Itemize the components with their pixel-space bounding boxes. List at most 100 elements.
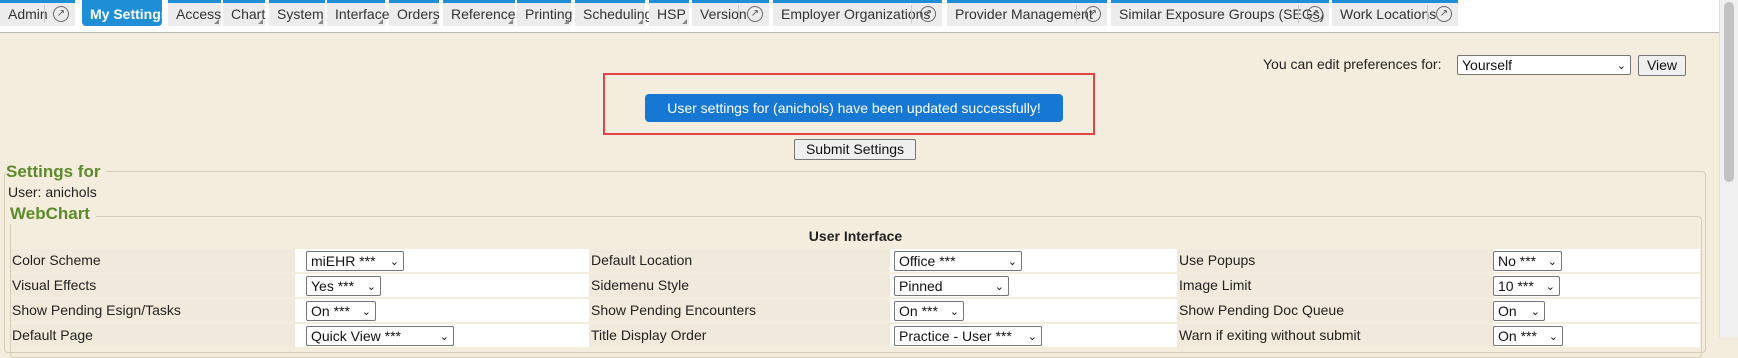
submenu-corner-icon [638, 19, 643, 24]
chevron-down-icon: ⌄ [1548, 330, 1558, 343]
select-value: No *** [1498, 253, 1537, 269]
chevron-down-icon: ⌄ [1530, 305, 1540, 318]
show-pending-encounters-select[interactable]: On *** ⌄ [894, 301, 964, 321]
tab-employer-organizations[interactable]: Employer Organizations ↗ [773, 0, 942, 26]
setting-label: Show Pending Encounters [590, 299, 890, 322]
setting-label: Image Limit [1178, 274, 1493, 297]
select-value: 10 *** [1498, 278, 1534, 294]
divider [911, 5, 912, 23]
external-link-icon[interactable]: ↗ [1307, 6, 1323, 22]
use-popups-select[interactable]: No *** ⌄ [1493, 251, 1562, 271]
submenu-corner-icon [214, 19, 219, 24]
setting-label: Color Scheme [11, 249, 295, 272]
chevron-down-icon: ⌄ [949, 305, 959, 318]
tab-label: Work Locations [1340, 6, 1437, 22]
setting-value-cell: miEHR *** ⌄ [295, 249, 589, 272]
settings-row: Default Page Quick View *** ⌄ Title Disp… [11, 324, 1700, 348]
tab-printing[interactable]: Printing [517, 0, 572, 26]
preferences-label: You can edit preferences for: [1263, 56, 1442, 72]
external-link-icon[interactable]: ↗ [747, 6, 763, 22]
preferences-for-select[interactable]: Yourself ⌄ [1457, 55, 1631, 75]
setting-value-cell: Office *** ⌄ [890, 249, 1177, 272]
user-line: User: anichols [8, 184, 97, 200]
chevron-down-icon: ⌄ [389, 255, 399, 268]
divider [1427, 5, 1428, 23]
setting-label: Show Pending Doc Queue [1178, 299, 1493, 322]
submenu-corner-icon [508, 19, 513, 24]
view-button[interactable]: View [1638, 55, 1686, 76]
chevron-down-icon: ⌄ [1027, 330, 1037, 343]
tab-version[interactable]: Version ↗ [692, 0, 769, 26]
setting-value-cell: No *** ⌄ [1493, 249, 1700, 272]
select-value: miEHR *** [311, 253, 376, 269]
external-link-icon[interactable]: ↗ [920, 6, 936, 22]
chevron-down-icon: ⌄ [366, 280, 376, 293]
warn-exit-select[interactable]: On *** ⌄ [1493, 326, 1563, 346]
tab-chart[interactable]: Chart [223, 0, 265, 26]
settings-legend: Settings for [6, 162, 107, 182]
webchart-legend: WebChart [10, 204, 96, 224]
vertical-scrollbar[interactable] [1719, 0, 1738, 337]
title-display-order-select[interactable]: Practice - User *** ⌄ [894, 326, 1042, 346]
external-link-icon[interactable]: ↗ [1436, 6, 1452, 22]
external-link-icon[interactable]: ↗ [1085, 6, 1101, 22]
chevron-down-icon: ⌄ [1545, 280, 1555, 293]
default-location-select[interactable]: Office *** ⌄ [894, 251, 1022, 271]
chevron-down-icon: ⌄ [994, 280, 1004, 293]
setting-label: Title Display Order [590, 324, 890, 347]
submenu-corner-icon [318, 19, 323, 24]
settings-row: Show Pending Esign/Tasks On *** ⌄ Show P… [11, 299, 1700, 323]
tab-admin[interactable]: Admin ↗ [0, 0, 75, 26]
image-limit-select[interactable]: 10 *** ⌄ [1493, 276, 1560, 296]
tab-label: System [277, 6, 324, 22]
chevron-down-icon: ⌄ [361, 305, 371, 318]
setting-value-cell: On *** ⌄ [890, 299, 1177, 322]
setting-value-cell: Quick View *** ⌄ [295, 324, 589, 347]
select-value: On [1498, 303, 1517, 319]
select-value: On *** [899, 303, 938, 319]
submit-settings-button[interactable]: Submit Settings [794, 139, 916, 160]
tab-interface[interactable]: Interface [327, 0, 389, 26]
tab-reference[interactable]: Reference [443, 0, 516, 26]
submenu-corner-icon [378, 19, 383, 24]
divider [1076, 5, 1077, 23]
submenu-corner-icon [432, 19, 437, 24]
chevron-down-icon: ⌄ [439, 330, 449, 343]
tab-my-settings[interactable]: My Settings [82, 0, 169, 26]
visual-effects-select[interactable]: Yes *** ⌄ [306, 276, 381, 296]
tab-access[interactable]: Access [168, 0, 221, 26]
tab-label: Provider Management [955, 6, 1093, 22]
setting-value-cell: 10 *** ⌄ [1493, 274, 1700, 297]
setting-value-cell: Practice - User *** ⌄ [890, 324, 1177, 347]
default-page-select[interactable]: Quick View *** ⌄ [306, 326, 454, 346]
tab-label: My Settings [90, 6, 169, 22]
tab-scheduling[interactable]: Scheduling [575, 0, 652, 26]
select-value: Yourself [1462, 57, 1513, 73]
setting-value-cell: On ⌄ [1493, 299, 1700, 322]
top-nav: Admin ↗ My Settings Access Chart System … [0, 0, 1720, 33]
tab-orders[interactable]: Orders [389, 0, 440, 26]
color-scheme-select[interactable]: miEHR *** ⌄ [306, 251, 404, 271]
tab-label: Version [700, 6, 747, 22]
settings-row: Visual Effects Yes *** ⌄ Sidemenu Style … [11, 274, 1700, 298]
show-pending-doc-queue-select[interactable]: On ⌄ [1493, 301, 1545, 321]
submenu-corner-icon [682, 19, 687, 24]
tab-hsp[interactable]: HSP [649, 0, 689, 26]
select-value: Pinned [899, 278, 943, 294]
scrollbar-thumb[interactable] [1724, 2, 1734, 182]
section-title: User Interface [808, 228, 903, 244]
chevron-down-icon: ⌄ [1616, 59, 1626, 72]
show-pending-esign-select[interactable]: On *** ⌄ [306, 301, 376, 321]
setting-label: Show Pending Esign/Tasks [11, 299, 295, 322]
tab-label: Similar Exposure Groups (SEGs) [1119, 6, 1325, 22]
divider [738, 5, 739, 23]
tab-system[interactable]: System [269, 0, 325, 26]
setting-label: Default Page [11, 324, 295, 347]
sidemenu-style-select[interactable]: Pinned ⌄ [894, 276, 1009, 296]
tab-similar-exposure-groups[interactable]: Similar Exposure Groups (SEGs) ↗ [1111, 0, 1329, 26]
tab-label: Employer Organizations [781, 6, 931, 22]
tab-provider-management[interactable]: Provider Management ↗ [947, 0, 1107, 26]
tab-work-locations[interactable]: Work Locations ↗ [1332, 0, 1458, 26]
setting-label: Default Location [590, 249, 890, 272]
external-link-icon[interactable]: ↗ [53, 6, 69, 22]
